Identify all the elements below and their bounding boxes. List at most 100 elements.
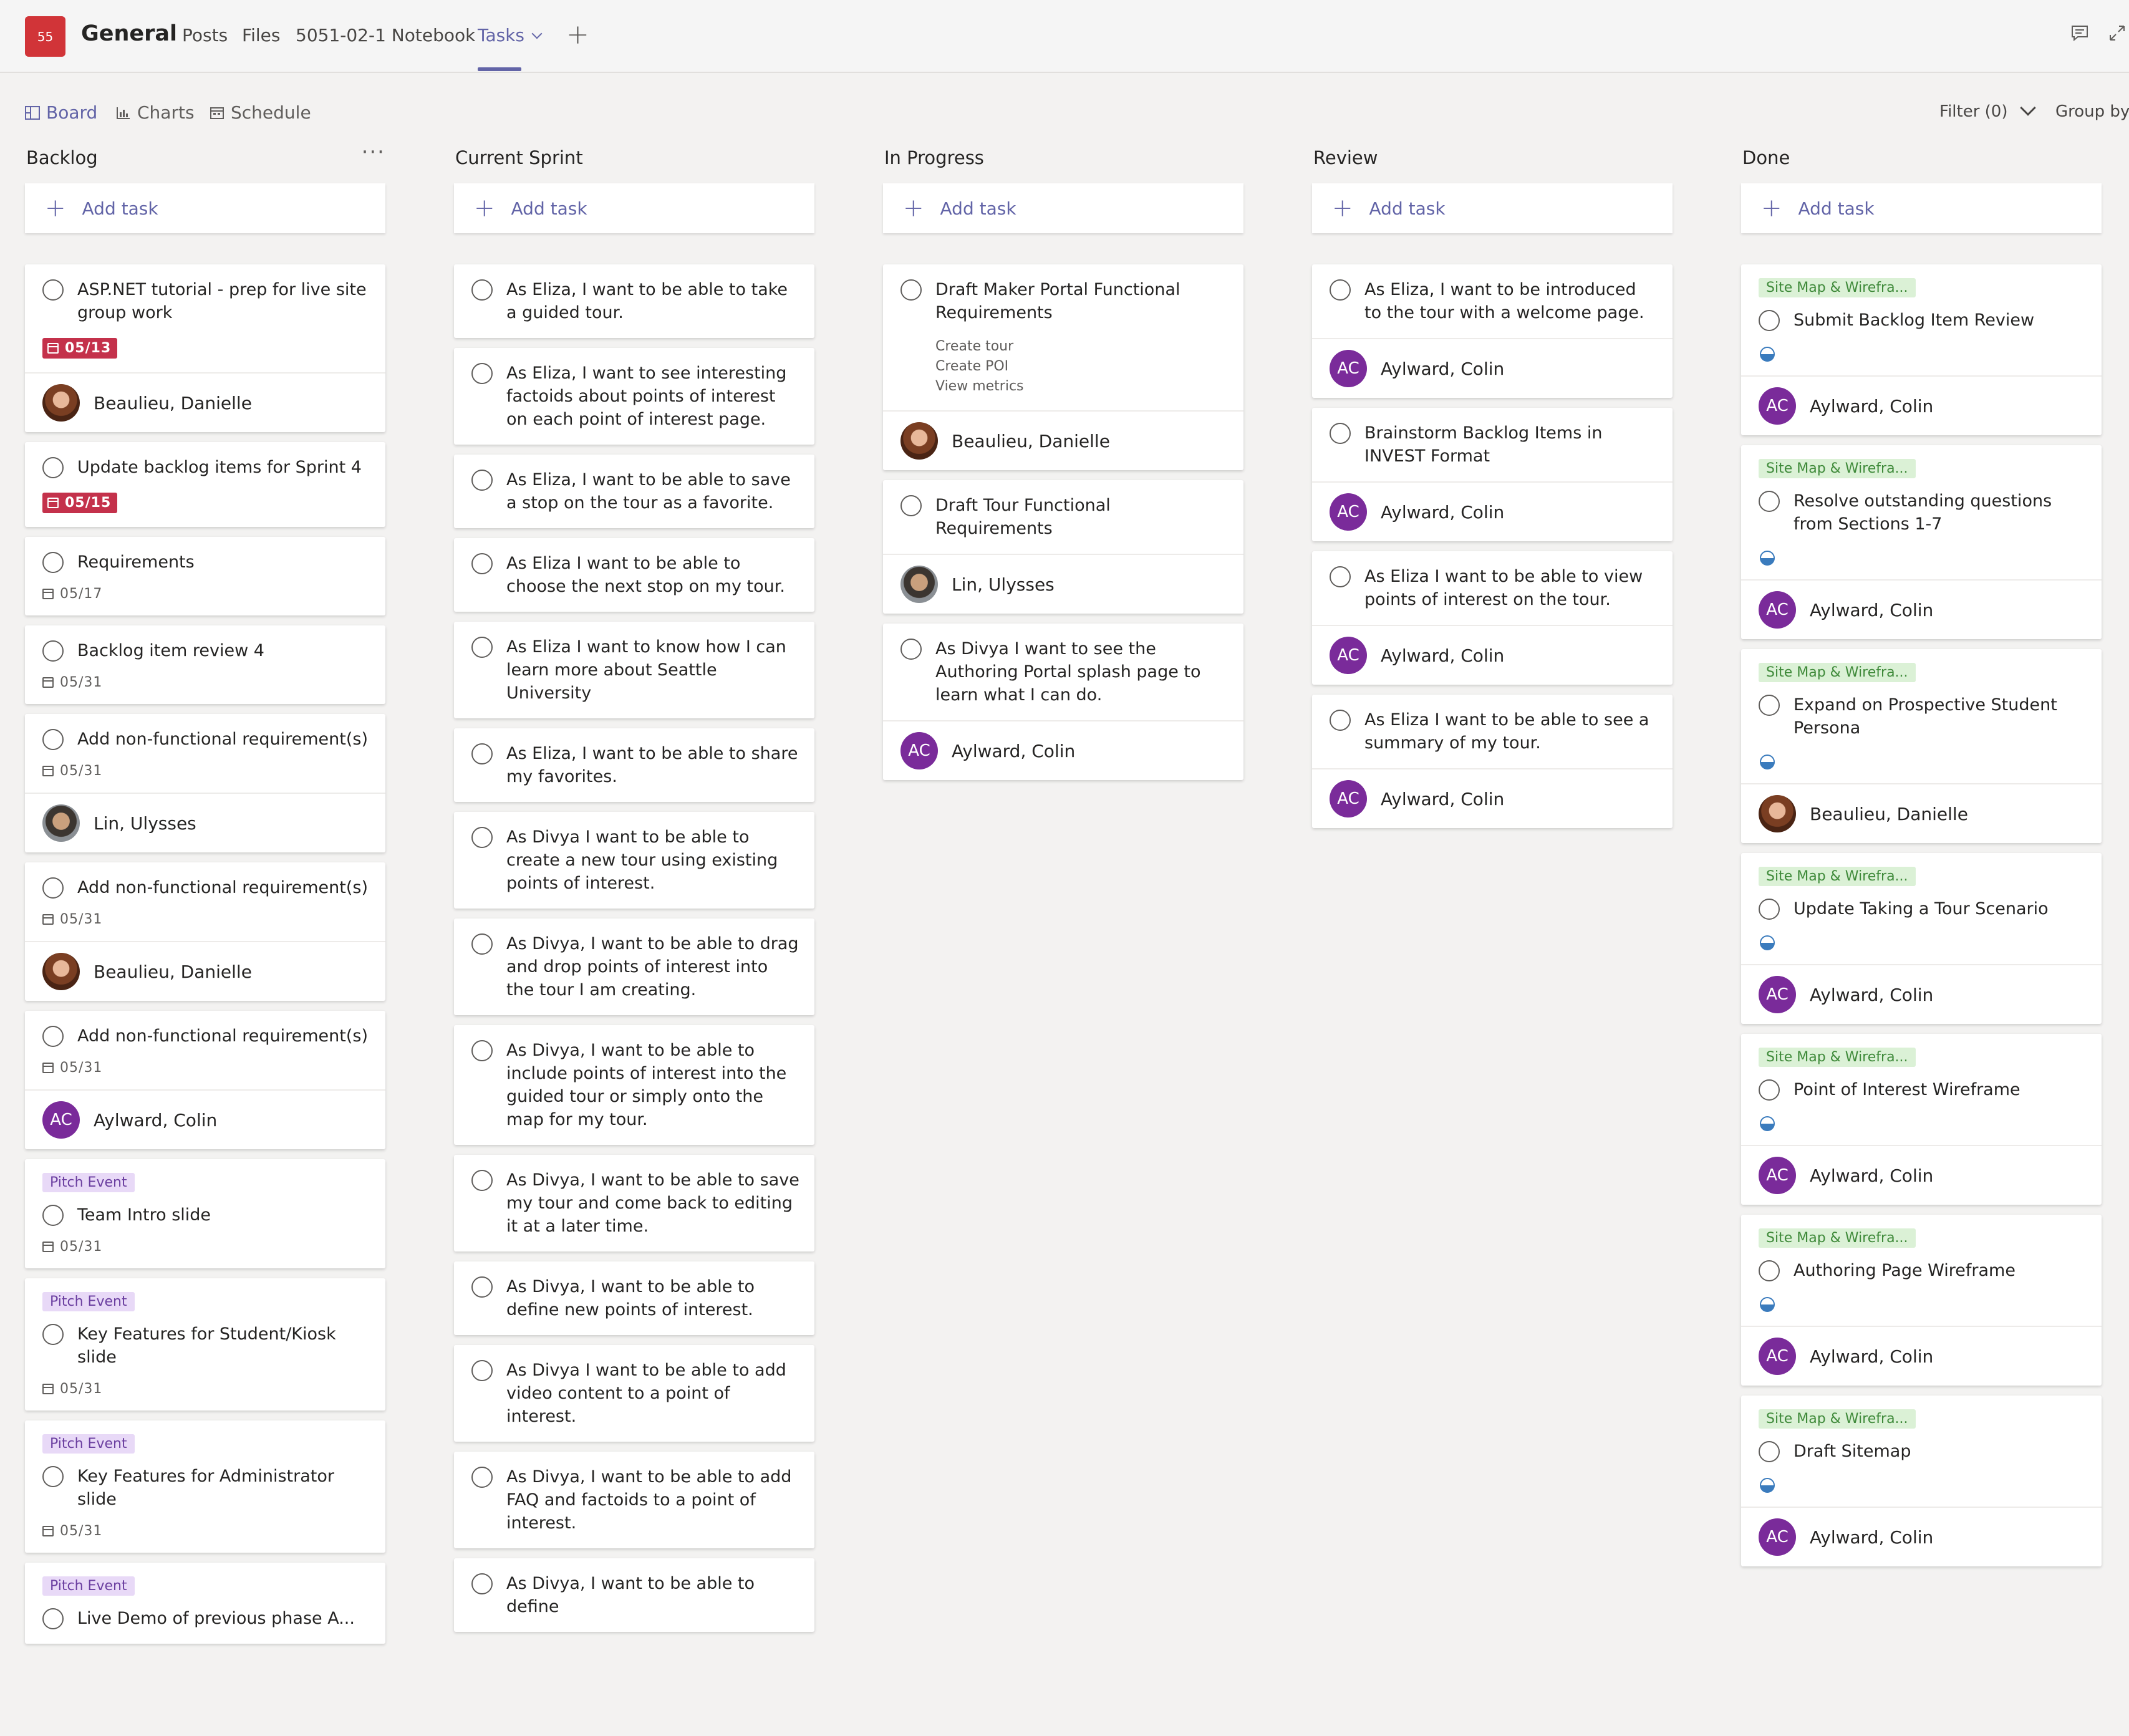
task-card[interactable]: Pitch Event Team Intro slide 05/31 (25, 1159, 385, 1268)
complete-task-checkbox[interactable] (1759, 491, 1780, 512)
assignee-row[interactable]: AC Aylward, Colin (1741, 1145, 2102, 1205)
assignee-row[interactable]: Beaulieu, Danielle (883, 410, 1243, 470)
task-card[interactable]: Draft Tour Functional Requirements Lin, U… (883, 480, 1243, 614)
task-card[interactable]: As Divya I want to see the Authoring Por… (883, 624, 1243, 780)
complete-task-checkbox[interactable] (900, 495, 922, 516)
complete-task-checkbox[interactable] (42, 457, 64, 478)
task-card[interactable]: Site Map & Wirefra... Draft Sitemap AC Aylw… (1741, 1396, 2102, 1566)
assignee-row[interactable]: Lin, Ulysses (25, 793, 385, 852)
assignee-row[interactable]: AC Aylward, Colin (1312, 768, 1673, 828)
bucket-title[interactable]: Backlog (26, 147, 98, 168)
assignee-row[interactable]: AC Aylward, Colin (1741, 375, 2102, 435)
complete-task-checkbox[interactable] (1330, 710, 1351, 731)
complete-task-checkbox[interactable] (1330, 566, 1351, 587)
task-card[interactable]: As Eliza I want to be able to view point… (1312, 551, 1673, 685)
tab-posts[interactable]: Posts (182, 25, 228, 46)
task-card[interactable]: Requirements 05/17 (25, 537, 385, 615)
more-options-icon[interactable]: ··· (362, 140, 385, 165)
complete-task-checkbox[interactable] (42, 1608, 64, 1629)
complete-task-checkbox[interactable] (42, 729, 64, 750)
task-card[interactable]: ASP.NET tutorial - prep for live site gr… (25, 264, 385, 432)
complete-task-checkbox[interactable] (471, 553, 493, 574)
complete-task-checkbox[interactable] (42, 279, 64, 301)
task-card[interactable]: As Divya, I want to be able to drag and … (454, 919, 814, 1015)
task-card[interactable]: Update backlog items for Sprint 4 05/15 (25, 442, 385, 527)
task-card[interactable]: Brainstorm Backlog Items in INVEST Forma… (1312, 408, 1673, 541)
complete-task-checkbox[interactable] (471, 1276, 493, 1298)
filter-button[interactable]: Filter (0) (1939, 100, 2037, 121)
assignee-row[interactable]: AC Aylward, Colin (1312, 481, 1673, 541)
complete-task-checkbox[interactable] (42, 1466, 64, 1487)
task-card[interactable]: Draft Maker Portal Functional Requiremen… (883, 264, 1243, 470)
assignee-row[interactable]: AC Aylward, Colin (1741, 579, 2102, 639)
task-card[interactable]: As Divya, I want to be able to save my t… (454, 1155, 814, 1251)
task-card[interactable]: As Divya, I want to be able to add FAQ a… (454, 1452, 814, 1548)
assignee-row[interactable]: Lin, Ulysses (883, 554, 1243, 614)
assignee-row[interactable]: Beaulieu, Danielle (25, 372, 385, 432)
task-card[interactable]: As Divya I want to be able to create a n… (454, 812, 814, 909)
add-task-button[interactable]: + Add task (883, 183, 1243, 233)
assignee-row[interactable]: AC Aylward, Colin (25, 1089, 385, 1149)
view-board[interactable]: Board (25, 102, 97, 123)
bucket-title[interactable]: In Progress (884, 147, 984, 168)
complete-task-checkbox[interactable] (471, 827, 493, 848)
assignee-row[interactable]: AC Aylward, Colin (883, 720, 1243, 780)
task-card[interactable]: As Divya I want to be able to add video … (454, 1345, 814, 1442)
complete-task-checkbox[interactable] (1759, 310, 1780, 331)
complete-task-checkbox[interactable] (1759, 1441, 1780, 1462)
task-card[interactable]: Site Map & Wirefra... Expand on Prospecti… (1741, 649, 2102, 843)
complete-task-checkbox[interactable] (471, 637, 493, 658)
add-task-button[interactable]: + Add task (1312, 183, 1673, 233)
task-card[interactable]: Pitch Event Key Features for Administrato… (25, 1420, 385, 1553)
task-card[interactable]: Site Map & Wirefra... Resolve outstanding… (1741, 445, 2102, 639)
task-card[interactable]: Add non-functional requirement(s) 05/31 Li… (25, 714, 385, 852)
complete-task-checkbox[interactable] (900, 639, 922, 660)
task-card[interactable]: As Eliza, I want to be able to save a st… (454, 455, 814, 528)
task-card[interactable]: As Eliza, I want to be able to take a gu… (454, 264, 814, 338)
task-card[interactable]: Site Map & Wirefra... Point of Interest W… (1741, 1034, 2102, 1205)
assignee-row[interactable]: Beaulieu, Danielle (1741, 783, 2102, 843)
complete-task-checkbox[interactable] (471, 1170, 493, 1191)
complete-task-checkbox[interactable] (471, 743, 493, 764)
view-schedule[interactable]: Schedule (210, 102, 311, 123)
complete-task-checkbox[interactable] (471, 1573, 493, 1594)
view-charts[interactable]: Charts (116, 102, 195, 123)
complete-task-checkbox[interactable] (42, 552, 64, 573)
task-card[interactable]: As Eliza I want to be able to see a summ… (1312, 695, 1673, 828)
complete-task-checkbox[interactable] (1330, 279, 1351, 301)
group-by-button[interactable]: Group by (2055, 102, 2129, 121)
complete-task-checkbox[interactable] (42, 1205, 64, 1226)
tab-notebook[interactable]: 5051-02-1 Notebook (296, 25, 475, 46)
complete-task-checkbox[interactable] (1759, 1260, 1780, 1281)
task-card[interactable]: Pitch Event Key Features for Student/Kios… (25, 1278, 385, 1410)
task-card[interactable]: Site Map & Wirefra... Authoring Page Wire… (1741, 1215, 2102, 1386)
task-card[interactable]: As Eliza, I want to see interesting fact… (454, 348, 814, 445)
assignee-row[interactable]: AC Aylward, Colin (1741, 964, 2102, 1024)
assignee-row[interactable]: AC Aylward, Colin (1741, 1507, 2102, 1566)
add-tab-button[interactable]: + (566, 19, 589, 51)
expand-icon[interactable] (2108, 24, 2127, 42)
bucket-title[interactable]: Done (1742, 147, 1790, 168)
tab-files[interactable]: Files (242, 25, 280, 46)
assignee-row[interactable]: AC Aylward, Colin (1312, 625, 1673, 685)
task-card[interactable]: As Divya, I want to be able to define (454, 1558, 814, 1632)
assignee-row[interactable]: AC Aylward, Colin (1312, 338, 1673, 398)
complete-task-checkbox[interactable] (1759, 899, 1780, 920)
task-card[interactable]: Pitch Event Live Demo of previous phase A… (25, 1563, 385, 1644)
task-card[interactable]: Backlog item review 4 05/31 (25, 625, 385, 704)
task-card[interactable]: As Divya, I want to be able to include p… (454, 1025, 814, 1145)
bucket-title[interactable]: Current Sprint (455, 147, 583, 168)
task-card[interactable]: As Eliza, I want to be introduced to the… (1312, 264, 1673, 398)
assignee-row[interactable]: Beaulieu, Danielle (25, 941, 385, 1001)
complete-task-checkbox[interactable] (42, 1324, 64, 1345)
complete-task-checkbox[interactable] (471, 470, 493, 491)
task-card[interactable]: As Eliza, I want to be able to share my … (454, 728, 814, 802)
add-task-button[interactable]: + Add task (25, 183, 385, 233)
add-task-button[interactable]: + Add task (1741, 183, 2102, 233)
complete-task-checkbox[interactable] (471, 363, 493, 384)
team-avatar[interactable]: 55 (25, 16, 65, 57)
task-card[interactable]: As Eliza I want to know how I can learn … (454, 622, 814, 718)
complete-task-checkbox[interactable] (471, 1467, 493, 1488)
complete-task-checkbox[interactable] (900, 279, 922, 301)
task-card[interactable]: Add non-functional requirement(s) 05/31 Be… (25, 862, 385, 1001)
